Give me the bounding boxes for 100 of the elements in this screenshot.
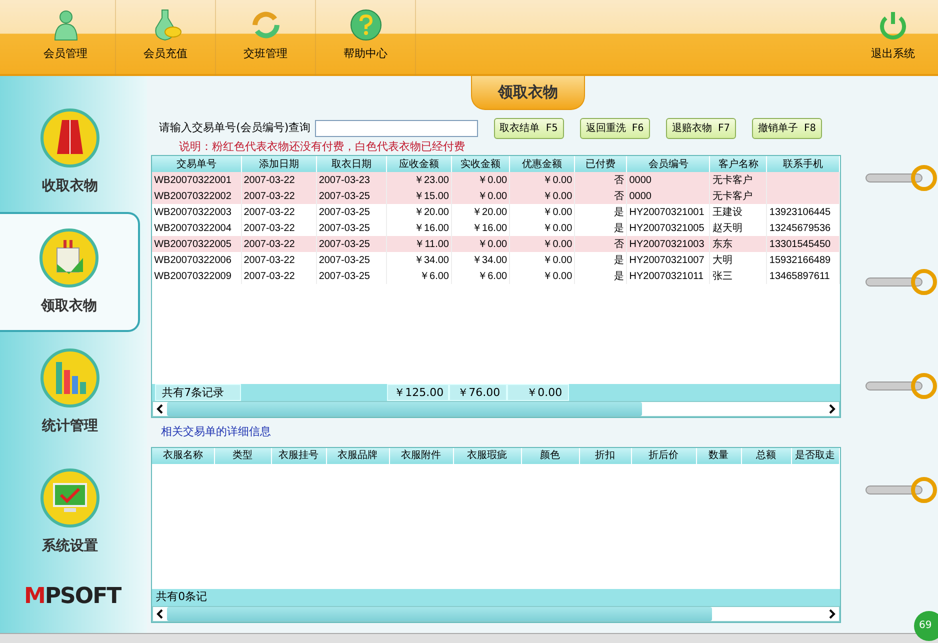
toolbar-button[interactable]: 交班管理 bbox=[216, 0, 316, 76]
column-header[interactable]: 颜色 bbox=[521, 448, 580, 464]
counter-badge: 69 bbox=[914, 611, 938, 641]
table-cell: 0000 bbox=[629, 174, 652, 186]
column-header[interactable]: 交易单号 bbox=[152, 156, 242, 172]
column-header[interactable]: 应收金额 bbox=[386, 156, 452, 172]
horizontal-scrollbar[interactable] bbox=[152, 401, 840, 417]
action-button[interactable]: 返回重洗 F6 bbox=[580, 118, 650, 138]
exit-button[interactable]: 退出系统 bbox=[848, 0, 938, 76]
sidebar-item[interactable]: 领取衣物 bbox=[0, 212, 140, 332]
column-header[interactable]: 客户名称 bbox=[710, 156, 767, 172]
search-label: 请输入交易单号(会员编号)查询 bbox=[159, 120, 311, 136]
sidebar-item[interactable]: 统计管理 bbox=[0, 332, 140, 452]
table-cell: 13301545450 bbox=[769, 238, 831, 250]
table-row[interactable]: WB20070322001 2007-03-22 2007-03-23 ￥23.00 ￥0.00 ￥0.00 否 0000 无卡客户 bbox=[152, 172, 840, 188]
table-cell: 2007-03-25 bbox=[318, 270, 370, 282]
table-cell: 是 bbox=[614, 270, 624, 282]
table-cell: 2007-03-22 bbox=[244, 206, 295, 218]
table-cell: HY20070321001 bbox=[629, 206, 704, 218]
column-header[interactable]: 联系手机 bbox=[766, 156, 840, 172]
sidebar-item[interactable]: 系统设置 bbox=[0, 452, 140, 572]
table-cell: ￥16.00 bbox=[414, 222, 449, 234]
table-cell: ￥0.00 bbox=[478, 238, 508, 250]
table-cell: ￥20.00 bbox=[414, 206, 449, 218]
toolbar-label: 会员充值 bbox=[144, 46, 188, 62]
horizontal-scrollbar[interactable] bbox=[152, 606, 840, 622]
column-header[interactable]: 衣服品牌 bbox=[326, 448, 390, 464]
table-cell: WB20070322004 bbox=[154, 222, 232, 234]
column-header[interactable]: 实收金额 bbox=[452, 156, 510, 172]
search-field[interactable] bbox=[314, 120, 478, 136]
table-cell: ￥0.00 bbox=[478, 174, 508, 186]
column-header[interactable]: 衣服瑕疵 bbox=[453, 448, 522, 464]
column-header[interactable]: 是否取走 bbox=[791, 448, 840, 464]
table-row[interactable]: WB20070322009 2007-03-22 2007-03-25 ￥6.00 ￥6.00 ￥0.00 是 HY20070321011 张三 13465897611 bbox=[152, 268, 840, 284]
table-cell: ￥6.00 bbox=[478, 270, 508, 282]
table-cell: WB20070322002 bbox=[154, 190, 232, 202]
table-cell: 2007-03-22 bbox=[244, 174, 295, 186]
table-cell: HY20070321005 bbox=[629, 222, 704, 234]
table-cell: 2007-03-25 bbox=[318, 254, 370, 266]
column-header[interactable]: 会员编号 bbox=[626, 156, 710, 172]
table-cell: 东东 bbox=[712, 238, 732, 250]
column-header[interactable]: 添加日期 bbox=[241, 156, 316, 172]
table-cell: ￥15.00 bbox=[414, 190, 449, 202]
sidebar-item[interactable]: 收取衣物 bbox=[0, 92, 140, 212]
column-header[interactable]: 衣服附件 bbox=[389, 448, 454, 464]
table-cell: ￥0.00 bbox=[542, 238, 572, 250]
help-icon bbox=[348, 8, 382, 42]
table-cell: 0000 bbox=[629, 190, 652, 202]
total-cell: ￥0.00 bbox=[507, 384, 570, 401]
table-cell: 13465897611 bbox=[769, 270, 830, 282]
table-cell: 王建设 bbox=[712, 206, 742, 218]
table-cell: ￥34.00 bbox=[472, 254, 508, 266]
scroll-thumb[interactable] bbox=[167, 606, 712, 620]
table-cell: 否 bbox=[614, 174, 624, 186]
table-row[interactable]: WB20070322005 2007-03-22 2007-03-25 ￥11.00 ￥0.00 ￥0.00 否 HY20070321003 东东 13301545450 bbox=[152, 236, 840, 252]
action-button[interactable]: 取衣结单 F5 bbox=[494, 118, 564, 138]
column-header[interactable]: 折后价 bbox=[631, 448, 696, 464]
toolbar-label: 会员管理 bbox=[44, 46, 88, 62]
column-header[interactable]: 取衣日期 bbox=[316, 156, 386, 172]
column-header[interactable]: 数量 bbox=[696, 448, 742, 464]
total-cell: ￥125.00 bbox=[387, 384, 450, 401]
column-header[interactable]: 衣服挂号 bbox=[271, 448, 326, 464]
table-cell: ￥0.00 bbox=[542, 174, 572, 186]
table-cell: 2007-03-22 bbox=[244, 190, 295, 202]
table-cell: 2007-03-25 bbox=[318, 190, 370, 202]
section-title: 相关交易单的详细信息 bbox=[161, 424, 272, 440]
record-count: 共有0条记 bbox=[155, 588, 208, 604]
bar-chart-icon bbox=[40, 348, 100, 408]
scroll-thumb[interactable] bbox=[167, 402, 642, 416]
action-button[interactable]: 撤销单子 F8 bbox=[752, 118, 822, 138]
table-cell: ￥0.00 bbox=[542, 254, 572, 266]
column-header[interactable]: 折扣 bbox=[579, 448, 632, 464]
table-cell: ￥11.00 bbox=[414, 238, 449, 250]
column-header[interactable]: 已付费 bbox=[574, 156, 627, 172]
table-cell: WB20070322003 bbox=[154, 206, 232, 218]
column-header[interactable]: 总额 bbox=[741, 448, 792, 464]
action-button[interactable]: 退赔衣物 F7 bbox=[666, 118, 736, 138]
table-cell: 2007-03-22 bbox=[244, 270, 295, 282]
column-header[interactable]: 类型 bbox=[214, 448, 272, 464]
table-cell: ￥0.00 bbox=[542, 190, 572, 202]
toolbar-label: 交班管理 bbox=[244, 46, 288, 62]
column-header[interactable]: 优惠金额 bbox=[510, 156, 575, 172]
column-header[interactable]: 衣服名称 bbox=[152, 448, 214, 464]
table-cell: 否 bbox=[614, 190, 624, 202]
table-cell: HY20070321007 bbox=[629, 254, 704, 266]
toolbar-button[interactable]: 会员充值 bbox=[116, 0, 216, 76]
table-row[interactable]: WB20070322006 2007-03-22 2007-03-25 ￥34.00 ￥34.00 ￥0.00 是 HY20070321007 大明 15932166489 bbox=[152, 252, 840, 268]
table-cell: ￥6.00 bbox=[420, 270, 449, 282]
table-cell: HY20070321011 bbox=[629, 270, 704, 282]
table-cell: 是 bbox=[614, 254, 624, 266]
table-cell: ￥0.00 bbox=[542, 270, 572, 282]
table-cell: WB20070322009 bbox=[154, 270, 232, 282]
binder-ring-icon bbox=[864, 372, 938, 402]
table-row[interactable]: WB20070322002 2007-03-22 2007-03-25 ￥15.00 ￥0.00 ￥0.00 否 0000 无卡客户 bbox=[152, 188, 840, 204]
table-row[interactable]: WB20070322003 2007-03-22 2007-03-25 ￥20.00 ￥20.00 ￥0.00 是 HY20070321001 王建设 13923106445 bbox=[152, 204, 840, 220]
table-cell: 2007-03-25 bbox=[318, 222, 370, 234]
total-cell: ￥76.00 bbox=[449, 384, 508, 401]
binder-ring-icon bbox=[864, 268, 938, 298]
table-cell: 无卡客户 bbox=[712, 174, 752, 186]
toolbar-button[interactable]: 帮助中心 bbox=[316, 0, 416, 76]
